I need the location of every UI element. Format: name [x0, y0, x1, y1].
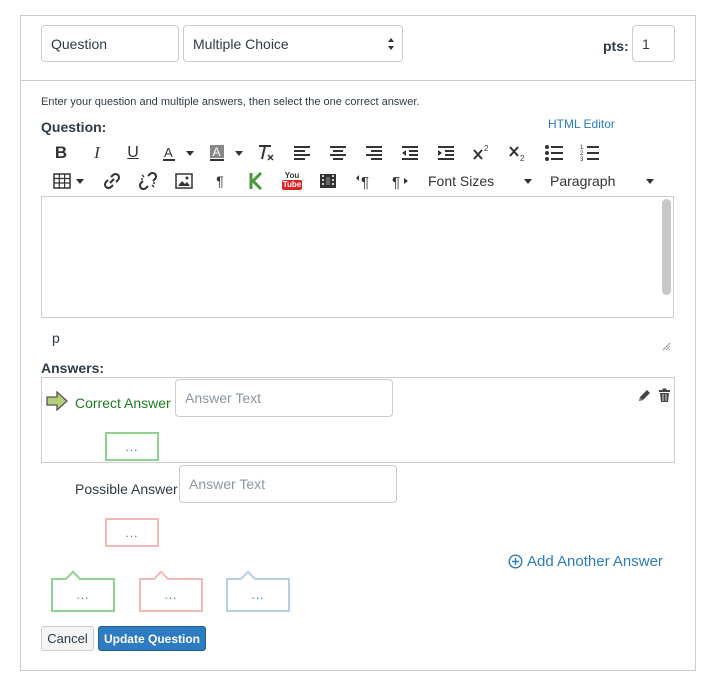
cancel-button[interactable]: Cancel: [41, 626, 94, 651]
question-type-select[interactable]: Multiple Choice: [183, 25, 403, 62]
media-icon[interactable]: [316, 170, 340, 192]
correct-general-comment-button[interactable]: ...: [51, 570, 115, 612]
add-another-answer-link[interactable]: Add Another Answer: [508, 553, 663, 570]
unlink-icon[interactable]: [136, 170, 160, 192]
cancel-button-label: Cancel: [47, 631, 88, 646]
correct-answer-placeholder: Answer Text: [185, 390, 261, 406]
neutral-general-comment-text: ...: [251, 588, 265, 602]
add-another-answer-text: Add Another Answer: [527, 553, 663, 570]
paragraph-mark-icon[interactable]: ¶: [208, 170, 232, 192]
svg-text:¶: ¶: [392, 174, 400, 190]
background-color-icon[interactable]: A: [205, 142, 229, 164]
possible-answer-comment-button[interactable]: ...: [105, 518, 159, 547]
answers-label: Answers:: [41, 360, 105, 376]
link-icon[interactable]: [100, 170, 124, 192]
correct-answer-comment-text: ...: [125, 439, 139, 454]
points-input[interactable]: 1: [632, 25, 675, 62]
table-icon[interactable]: [50, 170, 74, 192]
ltr-direction-icon[interactable]: ¶: [352, 170, 376, 192]
update-question-button-label: Update Question: [103, 631, 200, 646]
svg-text:2: 2: [484, 144, 489, 153]
italic-icon[interactable]: I: [85, 142, 109, 164]
correct-answer-arrow-icon[interactable]: [46, 391, 68, 411]
html-editor-link[interactable]: HTML Editor: [548, 117, 615, 131]
svg-text:3: 3: [580, 157, 584, 162]
correct-answer-text-input[interactable]: Answer Text: [175, 379, 393, 417]
edit-pencil-icon[interactable]: [637, 388, 652, 403]
update-question-button[interactable]: Update Question: [98, 626, 206, 651]
kaltura-icon[interactable]: [244, 170, 268, 192]
question-type-value: Multiple Choice: [193, 35, 289, 52]
add-circle-icon: [508, 554, 523, 569]
paragraph-format-caret-icon[interactable]: [646, 179, 654, 184]
question-label: Question:: [41, 119, 107, 135]
image-icon[interactable]: [172, 170, 196, 192]
clear-formatting-icon[interactable]: [254, 142, 278, 164]
neutral-general-comment-button[interactable]: ...: [226, 570, 290, 612]
points-value: 1: [642, 35, 650, 52]
align-right-icon[interactable]: [362, 142, 386, 164]
question-rich-text-editor[interactable]: [41, 196, 674, 318]
incorrect-general-comment-text: ...: [164, 588, 178, 602]
question-form-frame: [20, 15, 696, 671]
question-title-value: Question: [51, 35, 108, 52]
numbered-list-icon[interactable]: 123: [578, 142, 602, 164]
align-left-icon[interactable]: [290, 142, 314, 164]
superscript-icon[interactable]: 2: [470, 142, 494, 164]
outdent-icon[interactable]: [398, 142, 422, 164]
align-center-icon[interactable]: [326, 142, 350, 164]
svg-text:¶: ¶: [361, 174, 369, 190]
possible-answer-label: Possible Answer: [75, 481, 178, 497]
font-sizes-caret-icon[interactable]: [524, 179, 532, 184]
youtube-icon[interactable]: You Tube: [280, 170, 304, 192]
svg-text:2: 2: [520, 154, 525, 162]
points-label: pts:: [603, 38, 629, 54]
svg-text:A: A: [164, 145, 173, 160]
correct-general-comment-text: ...: [76, 588, 90, 602]
correct-answer-comment-button[interactable]: ...: [105, 432, 159, 461]
bullet-list-icon[interactable]: [542, 142, 566, 164]
indent-icon[interactable]: [434, 142, 458, 164]
font-sizes-select[interactable]: Font Sizes: [428, 173, 494, 189]
possible-answer-text-input[interactable]: Answer Text: [179, 465, 397, 503]
bold-icon[interactable]: B: [49, 142, 73, 164]
incorrect-general-comment-button[interactable]: ...: [139, 570, 203, 612]
youtube-text-top: You: [284, 171, 300, 180]
rtl-direction-icon[interactable]: ¶: [388, 170, 412, 192]
youtube-text-bottom: Tube: [281, 180, 303, 190]
possible-answer-comment-text: ...: [125, 525, 139, 540]
correct-answer-label: Correct Answer: [75, 395, 171, 411]
select-arrows-icon: [388, 38, 394, 50]
delete-trash-icon[interactable]: [658, 388, 671, 403]
background-color-caret-icon[interactable]: [235, 151, 243, 156]
paragraph-format-select[interactable]: Paragraph: [550, 173, 615, 189]
underline-icon[interactable]: U: [121, 142, 145, 164]
svg-text:A: A: [213, 145, 221, 159]
editor-scrollbar[interactable]: [662, 199, 671, 295]
resize-handle-icon[interactable]: [662, 342, 671, 351]
subscript-icon[interactable]: 2: [506, 142, 530, 164]
possible-answer-placeholder: Answer Text: [189, 476, 265, 492]
question-title-input[interactable]: Question: [41, 25, 179, 62]
header-separator: [20, 80, 696, 81]
text-color-icon[interactable]: A: [157, 142, 181, 164]
table-caret-icon[interactable]: [76, 179, 84, 184]
text-color-caret-icon[interactable]: [186, 151, 194, 156]
editor-path-indicator: p: [52, 330, 60, 346]
instructions-text: Enter your question and multiple answers…: [41, 96, 420, 108]
